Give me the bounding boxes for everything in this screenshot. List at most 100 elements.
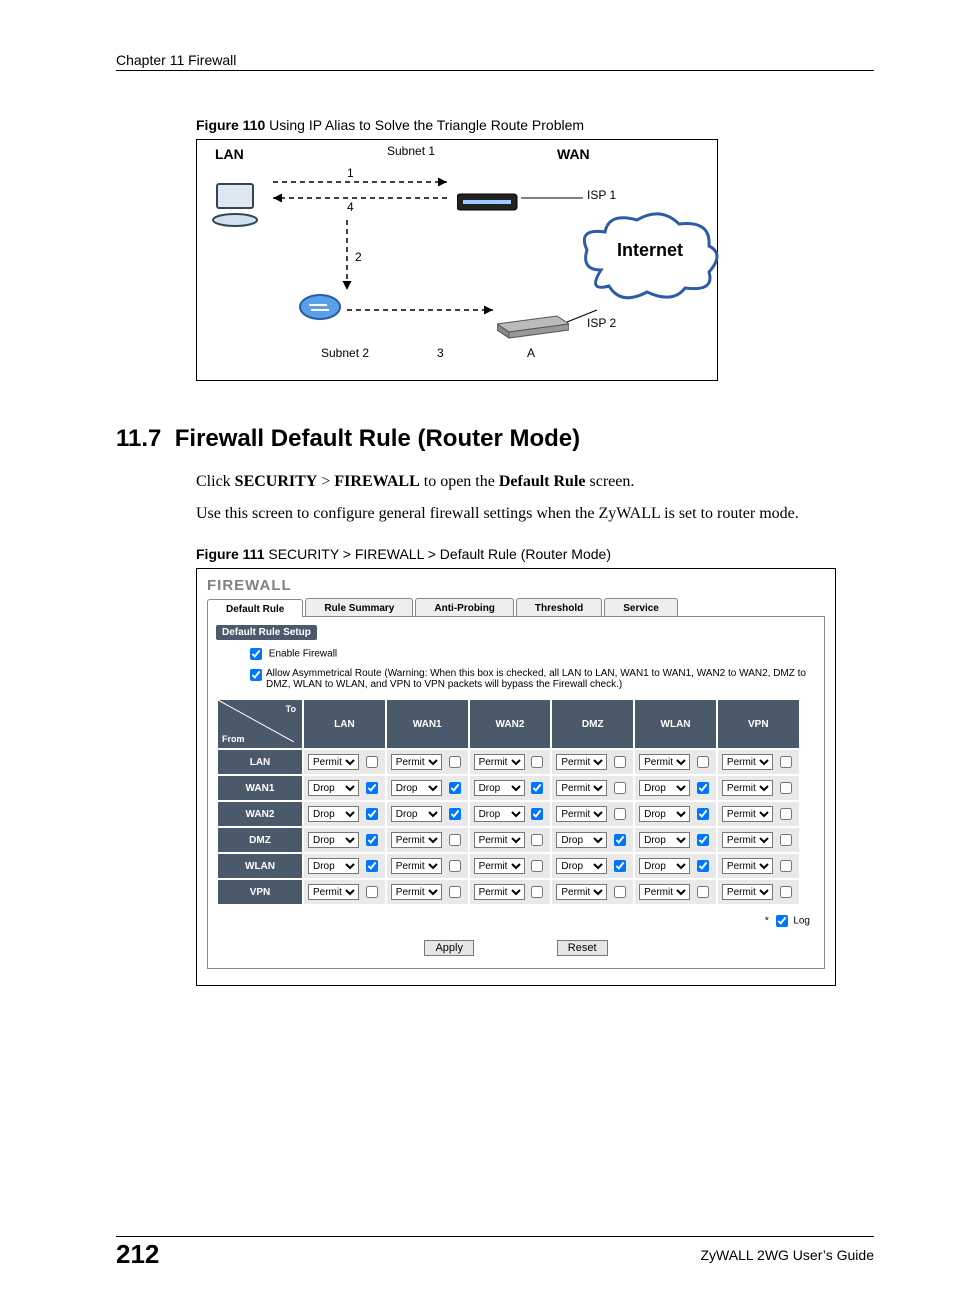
cell-checkbox[interactable] (531, 886, 543, 898)
action-select[interactable]: PermitDrop (722, 780, 773, 796)
action-select[interactable]: PermitDrop (474, 858, 525, 874)
cell-checkbox[interactable] (531, 782, 543, 794)
figure110-caption: Figure 110 Using IP Alias to Solve the T… (196, 117, 874, 133)
action-select[interactable]: PermitDrop (639, 858, 690, 874)
cell-checkbox[interactable] (449, 834, 461, 846)
action-select[interactable]: PermitDrop (722, 884, 773, 900)
action-select[interactable]: PermitDrop (391, 832, 442, 848)
action-select[interactable]: PermitDrop (308, 832, 359, 848)
cell-checkbox[interactable] (780, 782, 792, 794)
cell-checkbox[interactable] (449, 756, 461, 768)
cell-checkbox[interactable] (697, 886, 709, 898)
cell-checkbox[interactable] (531, 756, 543, 768)
cell-checkbox[interactable] (531, 834, 543, 846)
cell-checkbox[interactable] (780, 808, 792, 820)
action-select[interactable]: PermitDrop (639, 806, 690, 822)
cell-wan1-lan: PermitDrop (304, 776, 385, 800)
action-select[interactable]: PermitDrop (474, 754, 525, 770)
action-select[interactable]: PermitDrop (308, 780, 359, 796)
cell-checkbox[interactable] (697, 756, 709, 768)
action-select[interactable]: PermitDrop (722, 806, 773, 822)
action-select[interactable]: PermitDrop (639, 780, 690, 796)
figure110-num: Figure 110 (196, 117, 265, 133)
cell-checkbox[interactable] (366, 808, 378, 820)
action-select[interactable]: PermitDrop (474, 780, 525, 796)
action-select[interactable]: PermitDrop (391, 754, 442, 770)
cell-checkbox[interactable] (780, 860, 792, 872)
action-select[interactable]: PermitDrop (391, 780, 442, 796)
cell-checkbox[interactable] (780, 834, 792, 846)
t: Click (196, 473, 235, 490)
cell-checkbox[interactable] (614, 808, 626, 820)
action-select[interactable]: PermitDrop (474, 884, 525, 900)
reset-button[interactable]: Reset (557, 940, 608, 956)
action-select[interactable]: PermitDrop (639, 832, 690, 848)
cell-checkbox[interactable] (697, 782, 709, 794)
cell-checkbox[interactable] (614, 834, 626, 846)
cell-checkbox[interactable] (449, 782, 461, 794)
action-select[interactable]: PermitDrop (391, 884, 442, 900)
cell-wlan-vpn: PermitDrop (718, 854, 799, 878)
cell-checkbox[interactable] (531, 860, 543, 872)
body-para1: Click SECURITY > FIREWALL to open the De… (196, 471, 874, 493)
action-select[interactable]: PermitDrop (308, 858, 359, 874)
cell-lan-vpn: PermitDrop (718, 750, 799, 774)
apply-button[interactable]: Apply (424, 940, 474, 956)
cell-checkbox[interactable] (780, 756, 792, 768)
t: FIREWALL (334, 473, 419, 490)
asym-route-checkbox[interactable] (250, 669, 262, 681)
cell-checkbox[interactable] (697, 808, 709, 820)
cell-lan-dmz: PermitDrop (552, 750, 633, 774)
log-checkbox[interactable] (776, 915, 788, 927)
cell-checkbox[interactable] (366, 886, 378, 898)
action-select[interactable]: PermitDrop (556, 884, 607, 900)
cell-checkbox[interactable] (366, 834, 378, 846)
cell-checkbox[interactable] (366, 860, 378, 872)
cell-checkbox[interactable] (697, 860, 709, 872)
cell-checkbox[interactable] (449, 886, 461, 898)
enable-firewall-checkbox[interactable] (250, 648, 262, 660)
cell-checkbox[interactable] (449, 808, 461, 820)
tab-service[interactable]: Service (604, 598, 678, 616)
action-select[interactable]: PermitDrop (556, 780, 607, 796)
cell-dmz-dmz: PermitDrop (552, 828, 633, 852)
action-select[interactable]: PermitDrop (556, 858, 607, 874)
action-select[interactable]: PermitDrop (556, 832, 607, 848)
action-select[interactable]: PermitDrop (308, 754, 359, 770)
action-select[interactable]: PermitDrop (391, 858, 442, 874)
cell-checkbox[interactable] (780, 886, 792, 898)
cell-checkbox[interactable] (366, 782, 378, 794)
arrows (197, 140, 717, 380)
action-select[interactable]: PermitDrop (308, 806, 359, 822)
cell-checkbox[interactable] (449, 860, 461, 872)
cell-checkbox[interactable] (614, 756, 626, 768)
cell-checkbox[interactable] (697, 834, 709, 846)
cell-checkbox[interactable] (366, 756, 378, 768)
cell-wan2-lan: PermitDrop (304, 802, 385, 826)
action-select[interactable]: PermitDrop (308, 884, 359, 900)
cell-checkbox[interactable] (614, 782, 626, 794)
row-vpn: VPN (218, 880, 302, 904)
action-select[interactable]: PermitDrop (391, 806, 442, 822)
cell-checkbox[interactable] (614, 886, 626, 898)
tab-default-rule[interactable]: Default Rule (207, 599, 303, 617)
action-select[interactable]: PermitDrop (722, 832, 773, 848)
tab-threshold[interactable]: Threshold (516, 598, 602, 616)
asym-route-label: Allow Asymmetrical Route (Warning: When … (266, 668, 816, 690)
n4: 4 (347, 200, 354, 214)
cell-checkbox[interactable] (531, 808, 543, 820)
action-select[interactable]: PermitDrop (722, 754, 773, 770)
action-select[interactable]: PermitDrop (474, 832, 525, 848)
action-select[interactable]: PermitDrop (639, 754, 690, 770)
action-select[interactable]: PermitDrop (556, 754, 607, 770)
action-select[interactable]: PermitDrop (722, 858, 773, 874)
action-select[interactable]: PermitDrop (639, 884, 690, 900)
action-select[interactable]: PermitDrop (556, 806, 607, 822)
tab-anti-probing[interactable]: Anti-Probing (415, 598, 514, 616)
cell-dmz-wlan: PermitDrop (635, 828, 716, 852)
row-dmz: DMZ (218, 828, 302, 852)
action-select[interactable]: PermitDrop (474, 806, 525, 822)
row-wan2: WAN2 (218, 802, 302, 826)
cell-checkbox[interactable] (614, 860, 626, 872)
tab-rule-summary[interactable]: Rule Summary (305, 598, 413, 616)
